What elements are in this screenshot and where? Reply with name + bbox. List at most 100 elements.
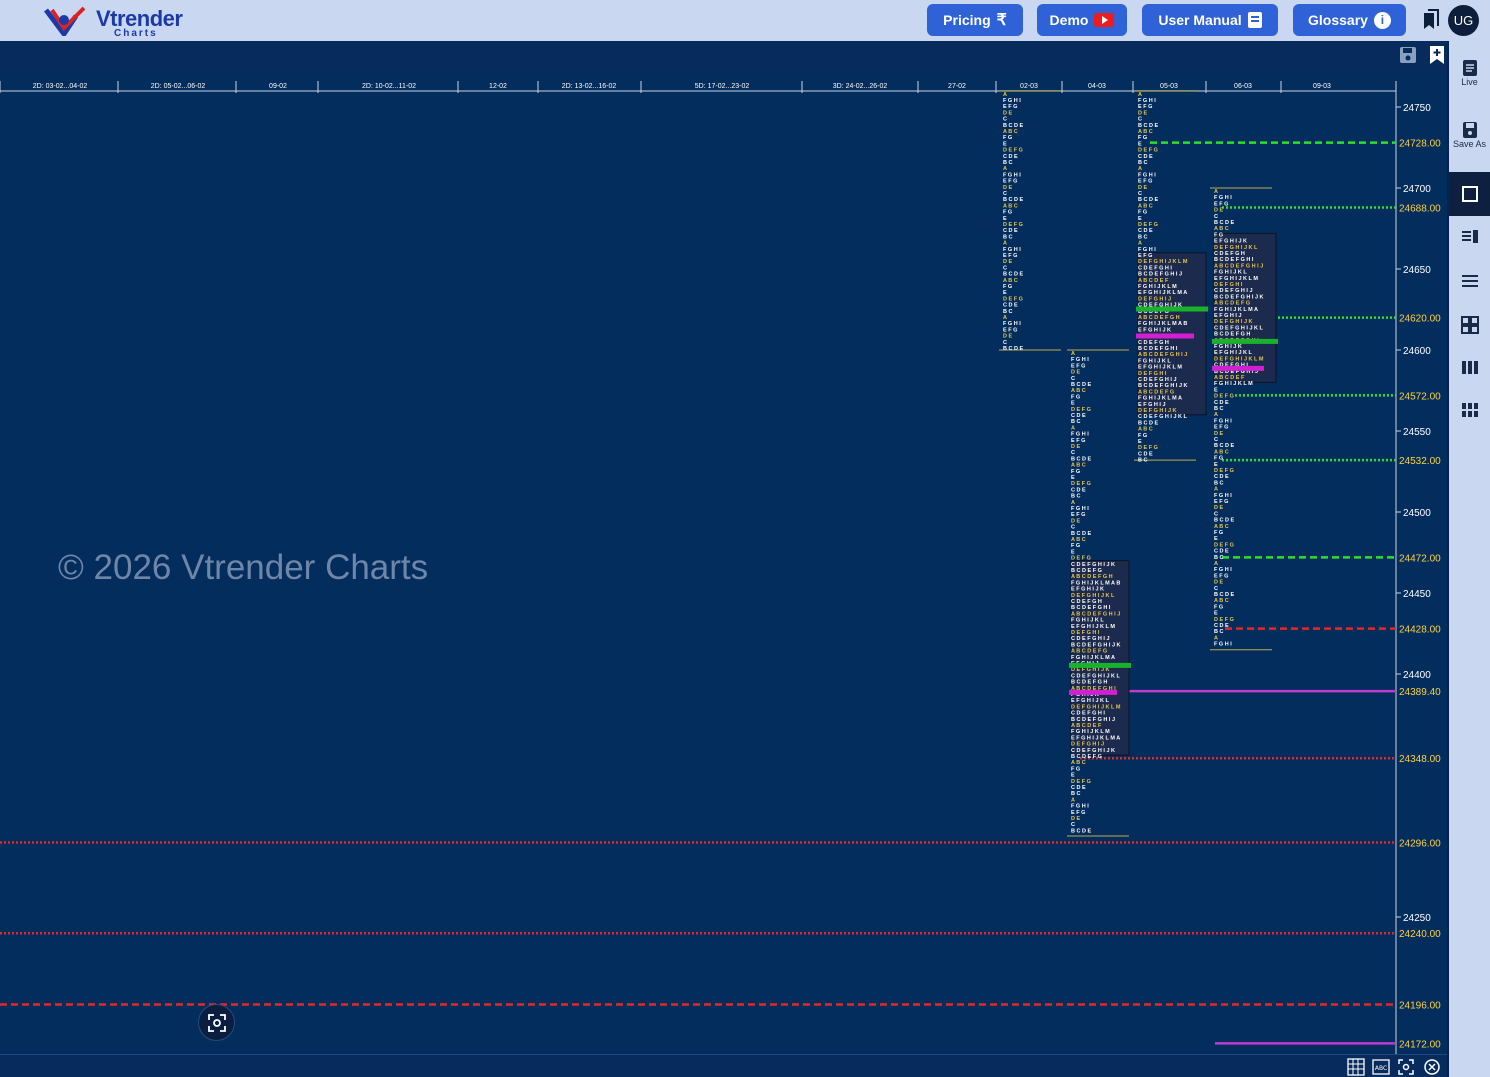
brand-logo[interactable]: Vtrender Charts: [44, 4, 184, 39]
demo-label: Demo: [1049, 12, 1089, 28]
layout-single-button[interactable]: [1449, 172, 1490, 216]
level-value-label: 24196.00: [1399, 1000, 1441, 1011]
tpo-letters-row: C: [1003, 340, 1007, 346]
tpo-letters-row: A: [1003, 241, 1007, 247]
tpo-letters-row: C: [1003, 265, 1007, 271]
tpo-letters-row: A: [1214, 189, 1218, 195]
level-value-label: 24172.00: [1399, 1039, 1441, 1050]
level-value-label: 24572.00: [1399, 391, 1441, 402]
tpo-letters-row: A: [1138, 92, 1142, 98]
save-as-button[interactable]: Save As: [1449, 121, 1490, 149]
tpo-letters-row: D E: [1071, 370, 1081, 376]
save-icon[interactable]: [1399, 46, 1417, 64]
tpo-letters-row: B C D E: [1138, 123, 1159, 129]
level-value-label: 24389.40: [1399, 687, 1441, 698]
layout-rows-button[interactable]: [1449, 273, 1490, 289]
date-axis-label: 04-03: [1088, 83, 1106, 90]
tpo-letters-row: F G H I: [1214, 642, 1232, 648]
tpo-letters-row: D E F G: [1003, 296, 1023, 302]
tpo-letters-row: C: [1214, 214, 1218, 220]
tpo-letters-row: C: [1003, 191, 1007, 197]
tpo-letters-row: C: [1003, 117, 1007, 123]
tpo-letters-row: C D E: [1071, 785, 1086, 791]
tpo-letters-row: C: [1071, 822, 1075, 828]
tpo-letters-row: A B C: [1214, 449, 1229, 455]
tpo-letters-row: A B C: [1003, 278, 1018, 284]
close-circle-icon[interactable]: [1423, 1058, 1441, 1076]
tpo-letters-row: E: [1138, 439, 1142, 445]
pricing-button[interactable]: Pricing ₹: [927, 4, 1023, 36]
user-manual-label: User Manual: [1158, 12, 1242, 28]
tpo-letters-row: A B C D E F G H I J: [1214, 263, 1263, 269]
document-icon: [1247, 12, 1262, 28]
tpo-letters-row: F G H I: [1138, 172, 1156, 178]
tpo-letters-row: F G H I: [1138, 247, 1156, 253]
tpo-letters-row: A B C: [1138, 427, 1153, 433]
tpo-letters-row: E F G H I J K: [1071, 587, 1104, 593]
layout-grid-button[interactable]: [1449, 316, 1490, 334]
tpo-letters-row: D E F G: [1071, 556, 1091, 562]
tpo-letters-row: A: [1003, 315, 1007, 321]
level-value-label: 24620.00: [1399, 314, 1441, 325]
tpo-letters-row: A: [1071, 425, 1075, 431]
tpo-letters-row: C: [1138, 191, 1142, 197]
logo-v-mark-icon: [44, 6, 86, 36]
tpo-letters-row: C D E F G H I J: [1214, 288, 1253, 294]
tpo-letters-row: F G H I: [1003, 321, 1021, 327]
user-manual-button[interactable]: User Manual: [1142, 4, 1278, 36]
tpo-letters-row: E F G: [1003, 104, 1017, 110]
tpo-letters-row: D E: [1214, 431, 1224, 437]
tpo-letters-row: E F G: [1138, 253, 1152, 259]
tpo-letters-row: C: [1214, 511, 1218, 517]
tpo-letters-row: B C D E F G H I: [1138, 346, 1178, 352]
layout-tiles-button[interactable]: [1449, 402, 1490, 418]
poc-bar: [1212, 338, 1278, 344]
tpo-letters-row: D E F G H I J K: [1138, 408, 1177, 414]
tpo-letters-row: A B C D E F G H I J: [1138, 352, 1187, 358]
tpo-letters-row: B C D E: [1003, 197, 1024, 203]
tpo-letters-row: B C D E: [1003, 123, 1024, 129]
tpo-letters-row: D E: [1071, 444, 1081, 450]
tpo-letters-row: C D E: [1214, 474, 1229, 480]
tpo-letters-row: E F G: [1071, 810, 1085, 816]
tpo-letters-row: F G H I J K L M A B: [1138, 321, 1187, 327]
user-avatar[interactable]: UG: [1448, 5, 1479, 36]
tpo-letters-row: C D E: [1138, 228, 1153, 234]
tpo-letters-row: F G H I: [1214, 195, 1232, 201]
abc-letters-icon[interactable]: ABC: [1372, 1058, 1390, 1076]
tpo-letters-row: B C D E F G H: [1214, 332, 1250, 338]
fit-screen-button[interactable]: [198, 1004, 235, 1041]
tpo-letters-row: E F G H I J: [1138, 402, 1166, 408]
layout-columns-button[interactable]: [1449, 360, 1490, 376]
tpo-letters-row: B C D E: [1214, 592, 1235, 598]
tpo-letters-row: B C D E F G: [1071, 754, 1102, 760]
tpo-letters-row: B C D E: [1071, 828, 1092, 834]
layout-split-button[interactable]: [1449, 229, 1490, 245]
recenter-icon[interactable]: [1397, 1058, 1415, 1076]
demo-button[interactable]: Demo: [1037, 4, 1127, 36]
glossary-button[interactable]: Glossary i: [1293, 4, 1406, 36]
bookmark-add-icon[interactable]: [1429, 45, 1445, 65]
tpo-letters-row: B C D E: [1138, 420, 1159, 426]
price-axis-label: 24600: [1403, 346, 1431, 357]
bookmarks-icon[interactable]: [1422, 9, 1440, 31]
tpo-letters-row: F G: [1214, 530, 1223, 536]
live-button[interactable]: Live: [1449, 59, 1490, 87]
tpo-letters-row: D E F G: [1003, 148, 1023, 154]
price-axis-label: 24700: [1403, 184, 1431, 195]
tpo-letters-row: B C: [1138, 160, 1148, 166]
tpo-letters-row: A B C D E F: [1138, 278, 1169, 284]
table-grid-icon[interactable]: [1347, 1058, 1365, 1076]
tpo-letters-row: E F G H I J K L M: [1071, 624, 1115, 630]
tpo-letters-row: B C D E: [1003, 272, 1024, 278]
tpo-letters-row: F G H I J K L: [1214, 270, 1247, 276]
live-label: Live: [1461, 77, 1478, 87]
tpo-letters-row: D E F G: [1214, 468, 1234, 474]
tpo-letters-row: C: [1138, 117, 1142, 123]
tpo-letters-row: A: [1214, 635, 1218, 641]
brand-subtitle: Charts: [114, 28, 158, 39]
tpo-letters-row: A B C D E F G H: [1071, 574, 1113, 580]
market-profile-chart[interactable]: 2D: 03-02...04-02 2D: 05-02...06-02 09-02 2…: [0, 69, 1447, 1054]
tpo-letters-row: D E: [1003, 334, 1013, 340]
tpo-letters-row: F G H I: [1138, 98, 1156, 104]
